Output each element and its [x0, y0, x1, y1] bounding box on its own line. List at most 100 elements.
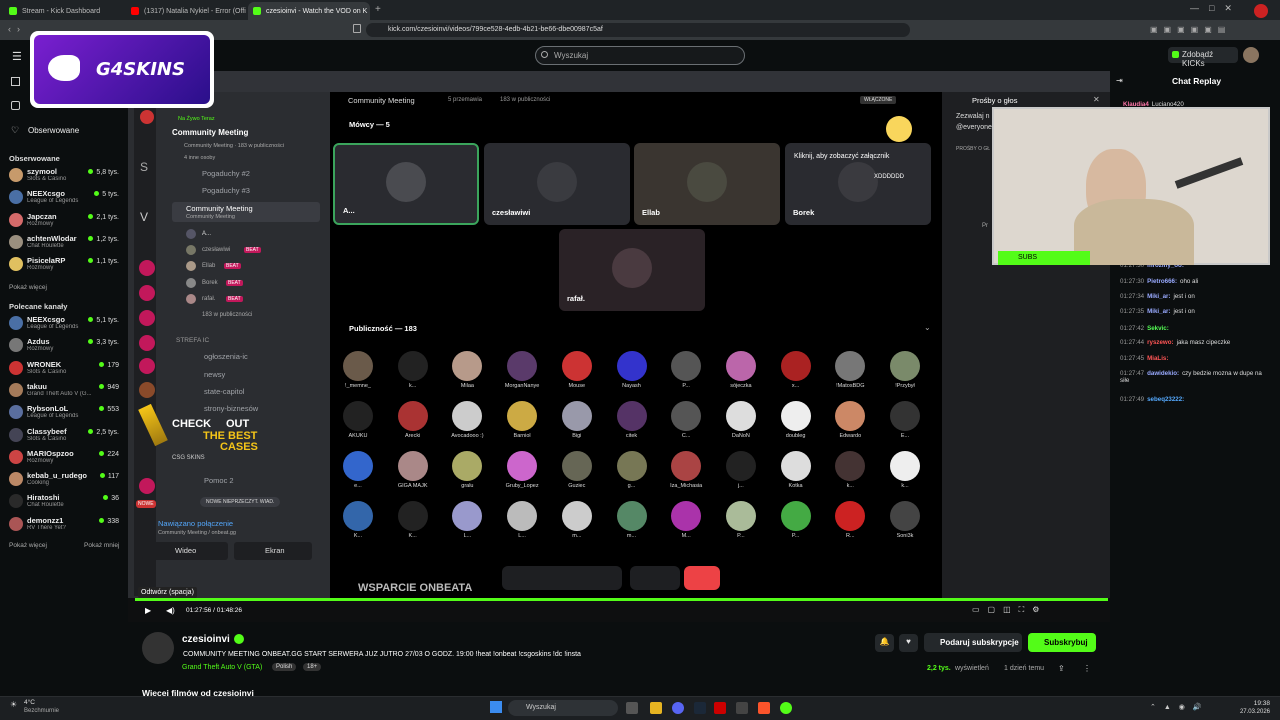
notification-bell-icon[interactable]: 🔔 — [875, 634, 894, 652]
sidebar-channel[interactable]: achtenWlodar Chat Roulette 1,2 tys. — [0, 233, 128, 253]
audience-member[interactable]: j... — [721, 451, 761, 489]
stage-user-borek[interactable]: Borek — [202, 280, 218, 286]
activity-controls[interactable] — [630, 566, 680, 590]
voice-channel-pomoc2[interactable]: Pomoc 2 — [204, 476, 234, 485]
menu-icon[interactable]: ☰ — [12, 50, 22, 63]
video-button[interactable]: Wideo — [175, 546, 196, 555]
category-link[interactable]: Grand Theft Auto V (GTA) — [182, 664, 262, 671]
audience-member[interactable]: Milaa — [447, 351, 487, 389]
share-icon[interactable]: ⇪ — [1058, 664, 1065, 673]
channel-avatar[interactable] — [142, 632, 174, 664]
browse-icon[interactable] — [11, 101, 20, 110]
audience-member[interactable]: !_memne_ — [338, 351, 378, 389]
server-icon[interactable] — [139, 358, 155, 374]
chat-username[interactable]: Sekvic: — [1147, 325, 1169, 332]
audience-member[interactable]: k... — [830, 451, 870, 489]
sidebar-channel[interactable]: WRONEK Slots & Casino 179 — [0, 359, 128, 379]
audience-member[interactable]: k... — [393, 351, 433, 389]
audience-member[interactable]: M... — [666, 501, 706, 539]
chat-username[interactable]: ryszewo: — [1147, 339, 1173, 346]
sidebar-channel[interactable]: kebab_u_rudego Cooking 117 — [0, 470, 128, 490]
volume-icon[interactable]: ◀) — [166, 606, 175, 615]
new-unread-pill[interactable]: NOWE NIEPRZECZYT. WIAD. — [200, 497, 281, 507]
server-icon[interactable] — [139, 478, 155, 494]
stage-user-ellab[interactable]: Ellab — [202, 263, 215, 269]
audience-member[interactable]: Kotka — [776, 451, 816, 489]
play-icon[interactable]: ▶ — [145, 606, 151, 615]
audience-member[interactable]: L... — [502, 501, 542, 539]
audience-member[interactable]: !MatosBDG — [830, 351, 870, 389]
text-channel[interactable]: ogłoszenia-ic — [204, 352, 248, 361]
collapse-chat-icon[interactable]: ⇥ — [1116, 76, 1123, 85]
windows-start-icon[interactable] — [490, 701, 502, 713]
player-right-controls[interactable]: ▭▢◫⛶⚙ — [972, 605, 1102, 615]
weather-desc[interactable]: Bezchmurnie — [24, 708, 59, 714]
server-icon[interactable]: V — [140, 210, 148, 224]
bookmark-icon[interactable] — [353, 24, 361, 33]
audience-member[interactable]: L... — [447, 501, 487, 539]
audience-member[interactable]: Avocadooo :) — [447, 401, 487, 439]
tray-icons[interactable]: ⌃▲◉🔊 — [1150, 703, 1210, 711]
show-more-recommended[interactable]: Pokaż więcej — [9, 542, 47, 549]
server-icon[interactable] — [139, 285, 155, 301]
chat-username[interactable]: MiaLis: — [1147, 355, 1168, 362]
audience-member[interactable]: Edwardo — [830, 401, 870, 439]
stage-user-a[interactable]: A... — [202, 231, 211, 237]
profile-avatar-icon[interactable] — [1254, 4, 1268, 18]
server-icon[interactable] — [139, 382, 155, 398]
server-icon[interactable]: S — [140, 160, 148, 174]
audience-member[interactable]: !Przybył — [885, 351, 925, 389]
app-icon[interactable] — [780, 702, 792, 714]
chat-username[interactable]: Pietro666: — [1147, 278, 1177, 285]
audience-member[interactable]: K... — [393, 501, 433, 539]
taskview-icon[interactable] — [626, 702, 638, 714]
server-icon[interactable] — [139, 310, 155, 326]
tag-polish[interactable]: Polish — [272, 663, 297, 671]
speaker-tile[interactable]: A... — [333, 143, 479, 225]
sidebar-channel[interactable]: takuu Grand Theft Auto V (G... 949 — [0, 381, 128, 401]
sidebar-channel[interactable]: NEEXcsgo League of Legends 5,1 tys. — [0, 314, 128, 334]
active-stage-channel[interactable]: Community Meeting — [186, 204, 253, 213]
audience-member[interactable]: Iza_Michasia — [666, 451, 706, 489]
audience-member[interactable]: sójeczka — [721, 351, 761, 389]
app-icon[interactable] — [736, 702, 748, 714]
audience-member[interactable]: K... — [338, 501, 378, 539]
brave-icon[interactable] — [758, 702, 770, 714]
chat-username[interactable]: sebeq23222: — [1147, 396, 1184, 403]
stage-user-czeslawiwi[interactable]: czesławiwi — [202, 247, 230, 253]
user-avatar[interactable] — [1243, 47, 1259, 63]
extension-icons[interactable]: ▣▣▣▣▣▤ — [1150, 25, 1270, 35]
screen-button[interactable]: Ekran — [265, 546, 285, 555]
window-controls[interactable]: —□✕ — [1190, 3, 1242, 14]
sidebar-channel[interactable]: Azdus Rozmowy 3,3 tys. — [0, 336, 128, 356]
text-channel[interactable]: state-capitol — [204, 387, 244, 396]
voice-channel-pogaduchy2[interactable]: Pogaduchy #2 — [202, 169, 250, 178]
sidebar-channel[interactable]: MARIOspzoo Rozmowy 224 — [0, 448, 128, 468]
audience-member[interactable]: gralu — [447, 451, 487, 489]
audience-member[interactable]: GIGA MAJK — [393, 451, 433, 489]
audience-member[interactable]: P... — [721, 501, 761, 539]
channel-name[interactable]: czesioinvi — [182, 634, 230, 645]
call-controls[interactable] — [502, 566, 622, 590]
new-tab-button[interactable]: + — [375, 4, 381, 15]
audience-member[interactable]: R... — [830, 501, 870, 539]
chevron-down-icon[interactable]: ⌄ — [924, 323, 931, 332]
sidebar-channel[interactable]: Japczan Rozmowy 2,1 tys. — [0, 211, 128, 231]
show-more-following[interactable]: Pokaż więcej — [9, 284, 47, 291]
stage-user-rafal[interactable]: rafał. — [202, 296, 215, 302]
server-name[interactable]: Community Meeting — [172, 128, 248, 137]
taskbar-search[interactable]: Wyszukaj — [508, 700, 618, 716]
text-channel[interactable]: newsy — [204, 370, 225, 379]
audience-member[interactable]: m... — [612, 501, 652, 539]
audience-member[interactable]: g... — [612, 451, 652, 489]
audience-member[interactable]: x... — [776, 351, 816, 389]
chat-username[interactable]: Miki_ar: — [1147, 308, 1170, 315]
audience-member[interactable]: e... — [338, 451, 378, 489]
audience-member[interactable]: E... — [885, 401, 925, 439]
weather-temp[interactable]: 4°C — [24, 699, 35, 706]
audience-member[interactable]: Nayash — [612, 351, 652, 389]
audience-member[interactable]: Gruby_Lopez — [502, 451, 542, 489]
tab-kick-vod[interactable]: czesioinvi - Watch the VOD on K — [248, 2, 370, 20]
sidebar-channel[interactable]: demonzz1 RV There Yet? 338 — [0, 515, 128, 535]
tab-youtube[interactable]: (1317) Natalia Nykiel - Error (Offi — [126, 2, 248, 20]
